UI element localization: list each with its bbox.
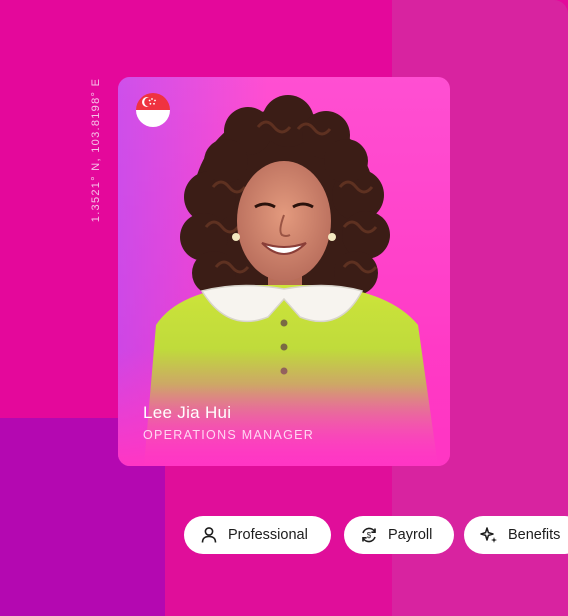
singapore-flag-icon (136, 93, 170, 127)
professional-chip[interactable]: Professional (184, 516, 331, 554)
person-name: Lee Jia Hui (143, 403, 232, 422)
benefits-chip-label: Benefits (508, 527, 561, 543)
profile-card: Lee Jia Hui OPERATIONS MANAGER (118, 77, 450, 466)
payroll-cycle-icon: $ (362, 527, 376, 543)
person-role: OPERATIONS MANAGER (143, 428, 315, 442)
payroll-chip[interactable]: $ Payroll (344, 516, 454, 554)
benefits-chip[interactable]: Benefits (464, 516, 568, 554)
svg-text:$: $ (367, 531, 372, 540)
professional-chip-label: Professional (228, 527, 308, 543)
sparkle-icon (480, 527, 497, 543)
person-icon (201, 527, 217, 543)
location-coordinates: 1.3521° N, 103.8198° E (90, 77, 102, 223)
payroll-chip-label: Payroll (388, 527, 433, 543)
